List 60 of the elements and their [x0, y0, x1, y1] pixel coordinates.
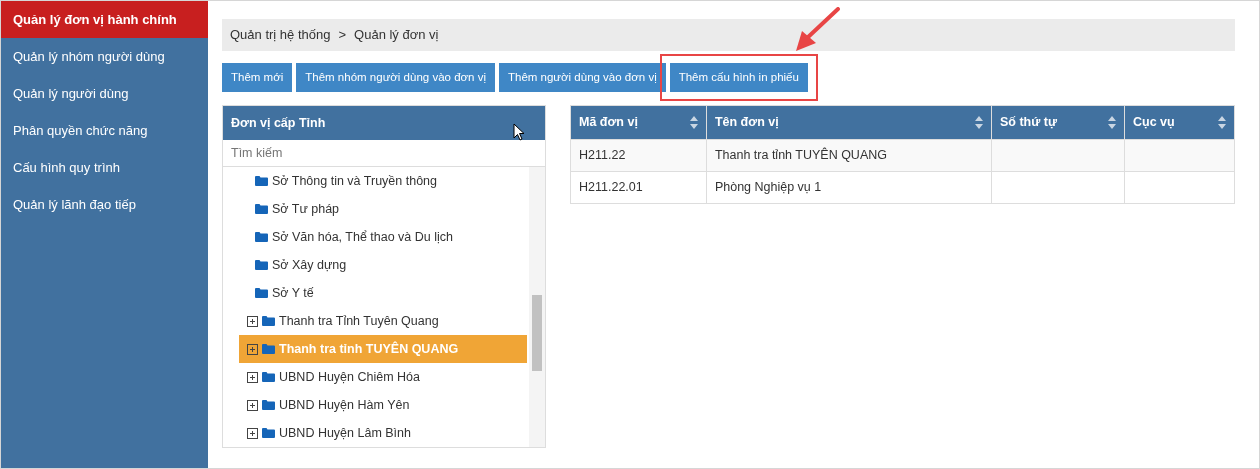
folder-icon — [255, 204, 268, 215]
column-header[interactable]: Tên đơn vị — [714, 113, 779, 133]
tree-item[interactable]: UBND Huyện Chiêm Hóa — [239, 363, 527, 392]
sort-icon[interactable] — [1108, 116, 1116, 130]
tree-item-label: Sở Xây dựng — [272, 256, 347, 274]
tree-item[interactable]: Sở Thông tin và Truyền thông — [247, 167, 527, 196]
tree-item[interactable]: Sở Tư pháp — [247, 195, 527, 224]
expand-icon[interactable] — [247, 315, 258, 327]
cursor-icon — [513, 123, 525, 142]
sort-icon[interactable] — [974, 116, 983, 130]
table-cell: H211.22.01 — [579, 180, 643, 195]
sidebar-item[interactable]: Quản lý lãnh đạo tiếp — [1, 186, 208, 223]
toolbar-button[interactable]: Thêm nhóm người dùng vào đơn vị — [296, 63, 495, 93]
sidebar-item[interactable]: Quản lý đơn vị hành chính — [1, 1, 208, 38]
expand-icon[interactable] — [247, 399, 258, 411]
tree-item[interactable]: Thanh tra Tỉnh Tuyên Quang — [239, 307, 527, 336]
tree-item-label: UBND Huyện Lâm Bình — [279, 424, 411, 442]
tree-item-label: Thanh tra Tỉnh Tuyên Quang — [279, 312, 439, 330]
tree-item-label: UBND Huyện Chiêm Hóa — [279, 368, 421, 386]
folder-icon — [262, 400, 275, 411]
table-cell: Thanh tra tỉnh TUYÊN QUANG — [714, 148, 887, 163]
expand-icon[interactable] — [247, 343, 258, 355]
tree-item-label: Sở Văn hóa, Thể thao và Du lịch — [272, 228, 453, 246]
sidebar-item[interactable]: Quản lý người dùng — [1, 75, 208, 112]
expand-icon[interactable] — [247, 371, 258, 383]
tree-item[interactable]: UBND Huyện Hàm Yên — [239, 391, 527, 420]
breadcrumb-item: Quản lý đơn vị — [354, 26, 439, 45]
toolbar-button[interactable]: Thêm cấu hình in phiếu — [669, 63, 808, 93]
toolbar-button[interactable]: Thêm mới — [222, 63, 293, 93]
tree-item-label: Sở Thông tin và Truyền thông — [272, 172, 437, 190]
folder-icon — [255, 176, 268, 187]
folder-icon — [255, 232, 268, 243]
sort-icon[interactable] — [1218, 116, 1226, 130]
sidebar-item[interactable]: Cấu hình quy trình — [1, 149, 208, 186]
arrow-annotation — [793, 7, 840, 53]
table-cell: H211.22 — [579, 148, 626, 163]
tree-item[interactable]: Sở Y tế — [247, 279, 527, 308]
toolbar-button[interactable]: Thêm người dùng vào đơn vị — [498, 63, 666, 93]
breadcrumb-item[interactable]: Quản trị hệ thống — [230, 25, 331, 45]
panel-title: Đơn vị cấp Tỉnh — [231, 114, 326, 132]
folder-icon — [262, 344, 275, 355]
folder-icon — [262, 372, 275, 383]
folder-icon — [262, 428, 275, 439]
folder-icon — [262, 316, 275, 327]
tree-item[interactable]: UBND Huyện Lâm Bình — [239, 419, 527, 448]
scrollbar[interactable] — [529, 167, 545, 448]
sort-icon[interactable] — [689, 116, 698, 130]
folder-icon — [255, 260, 268, 271]
tree-item[interactable]: Sở Văn hóa, Thể thao và Du lịch — [247, 223, 527, 252]
tree-item-label: Sở Y tế — [272, 284, 314, 302]
sidebar-item[interactable]: Quản lý nhóm người dùng — [1, 38, 208, 75]
table-cell: Phòng Nghiệp vụ 1 — [714, 180, 822, 195]
expand-icon[interactable] — [247, 427, 258, 439]
tree-item-label: Thanh tra tỉnh TUYÊN QUANG — [279, 340, 459, 358]
tree-item-label: UBND Huyện Hàm Yên — [279, 396, 410, 414]
folder-icon — [255, 288, 268, 299]
breadcrumb-separator: > — [338, 26, 347, 45]
tree-item-label: Sở Tư pháp — [272, 200, 340, 218]
tree-item[interactable]: Sở Xây dựng — [247, 251, 527, 280]
sidebar-item[interactable]: Phân quyền chức năng — [1, 112, 208, 149]
